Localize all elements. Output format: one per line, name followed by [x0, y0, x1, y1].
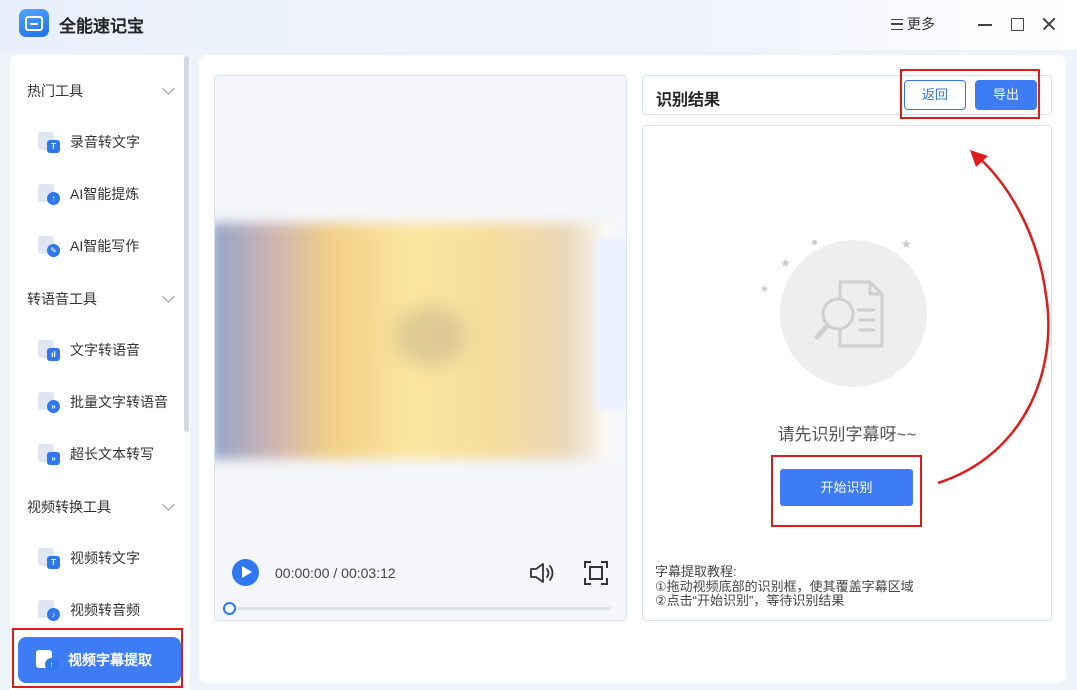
ai-write-icon: ✎ [38, 236, 60, 257]
fullscreen-icon[interactable] [583, 560, 609, 586]
sidebar: 热门工具 T 录音转文字 ↑ AI智能提炼 ✎ AI智能写作 转语音工具 ıl … [10, 55, 190, 690]
sidebar-item-ai-extract[interactable]: ↑ AI智能提炼 [32, 176, 182, 212]
annotation-arrow [937, 150, 1050, 485]
empty-state-illustration [780, 240, 927, 387]
sidebar-item-video-to-text[interactable]: T 视频转文字 [32, 540, 182, 576]
highlight-box-sidebar [12, 628, 183, 688]
minimize-button[interactable] [977, 16, 993, 32]
tutorial-line: ①拖动视频底部的识别框，使其覆盖字幕区域 [655, 578, 914, 594]
close-button[interactable] [1041, 16, 1057, 32]
sidebar-group-hot-tools[interactable]: 热门工具 [27, 81, 177, 101]
sidebar-item-label: 录音转文字 [70, 134, 140, 150]
highlight-box-buttons [900, 69, 1040, 119]
video-to-audio-icon: ♪ [38, 600, 60, 621]
app-title: 全能速记宝 [59, 17, 144, 36]
record-to-text-icon: T [38, 132, 60, 153]
sidebar-item-ai-write[interactable]: ✎ AI智能写作 [32, 228, 182, 264]
time-readout: 00:00:00 / 00:03:12 [275, 565, 396, 581]
sidebar-item-label: 视频转音频 [70, 602, 140, 618]
sidebar-item-record-to-text[interactable]: T 录音转文字 [32, 124, 182, 160]
batch-tts-icon: » [38, 392, 60, 413]
sidebar-scrollbar[interactable] [184, 56, 189, 432]
ai-extract-icon: ↑ [38, 184, 60, 205]
volume-icon[interactable] [528, 561, 556, 585]
video-frame-edge [595, 238, 626, 410]
more-menu-button[interactable]: 更多 [891, 14, 935, 34]
menu-icon [891, 18, 903, 30]
sidebar-item-video-to-audio[interactable]: ♪ 视频转音频 [32, 592, 182, 628]
sidebar-group-tts-tools[interactable]: 转语音工具 [27, 289, 177, 309]
progress-knob[interactable] [223, 602, 236, 615]
play-button[interactable] [232, 559, 259, 586]
progress-track[interactable] [223, 602, 611, 615]
maximize-button[interactable] [1009, 16, 1025, 32]
more-label: 更多 [907, 16, 935, 32]
chevron-down-icon [162, 82, 175, 95]
group-label: 视频转换工具 [27, 499, 111, 515]
sidebar-item-label: 批量文字转语音 [70, 394, 168, 410]
long-text-icon: » [38, 444, 60, 465]
video-to-text-icon: T [38, 548, 60, 569]
sidebar-group-video-tools[interactable]: 视频转换工具 [27, 497, 177, 517]
sidebar-item-long-text[interactable]: » 超长文本转写 [32, 436, 182, 472]
sidebar-item-batch-tts[interactable]: » 批量文字转语音 [32, 384, 182, 420]
video-preview[interactable] [214, 75, 627, 621]
app-logo-icon [19, 9, 49, 37]
text-to-speech-icon: ıl [38, 340, 60, 361]
sidebar-item-label: AI智能提炼 [70, 186, 140, 202]
window-controls: 更多 [891, 10, 1057, 38]
chevron-down-icon [162, 498, 175, 511]
sidebar-item-label: 视频转文字 [70, 550, 140, 566]
result-title: 识别结果 [656, 92, 721, 109]
sidebar-item-label: AI智能写作 [70, 238, 140, 254]
sidebar-item-label: 超长文本转写 [70, 446, 154, 462]
group-label: 热门工具 [27, 83, 83, 99]
star-icon: ★ [760, 284, 769, 295]
chevron-down-icon [162, 290, 175, 303]
tutorial-line: 字幕提取教程: [655, 564, 737, 579]
document-search-icon [814, 280, 884, 348]
tutorial-text: 字幕提取教程: ①拖动视频底部的识别框，使其覆盖字幕区域 ②点击“开始识别”，等… [655, 564, 914, 609]
video-frame-detail [395, 306, 465, 366]
highlight-box-start [771, 455, 922, 527]
tutorial-line: ②点击“开始识别”，等待识别结果 [655, 593, 845, 608]
title-bar: 全能速记宝 更多 [0, 0, 1077, 50]
sidebar-item-label: 文字转语音 [70, 342, 140, 358]
sidebar-item-text-to-speech[interactable]: ıl 文字转语音 [32, 332, 182, 368]
group-label: 转语音工具 [27, 291, 97, 307]
